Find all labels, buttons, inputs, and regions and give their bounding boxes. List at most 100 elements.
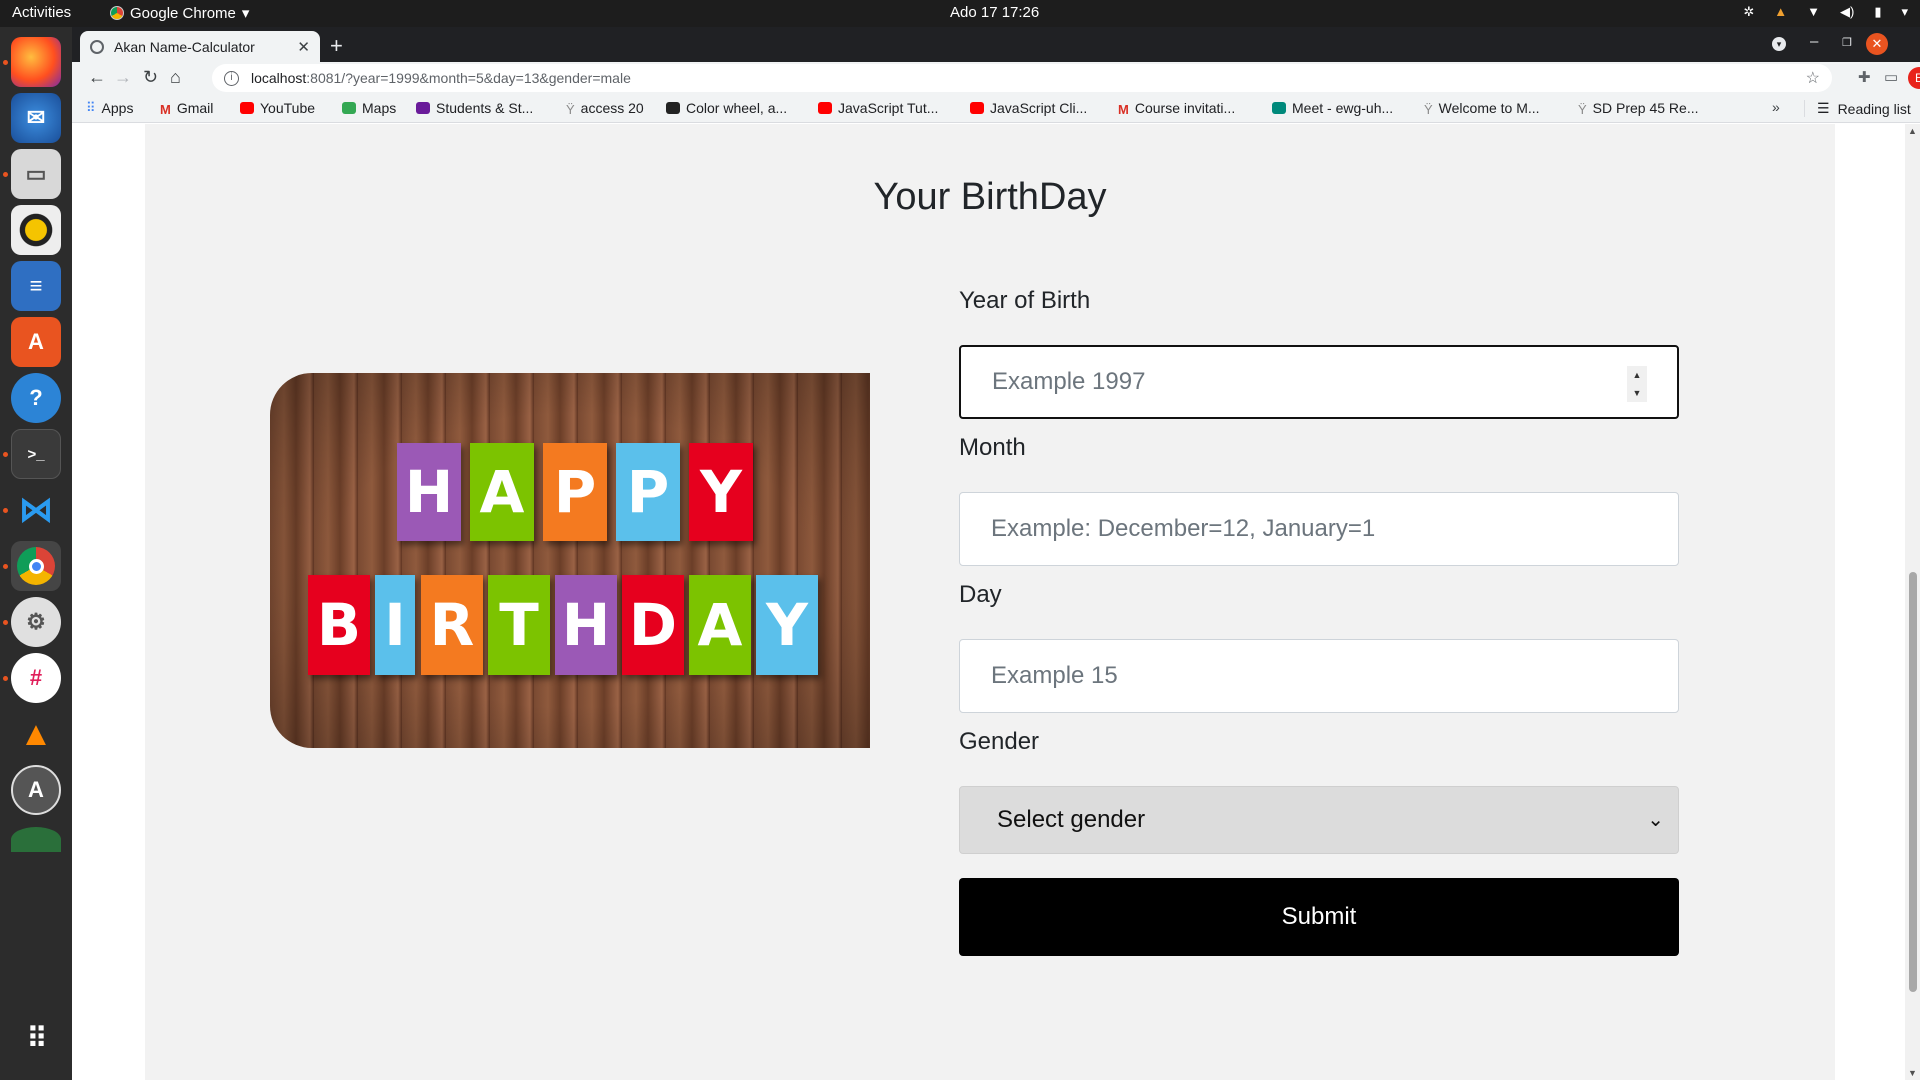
page-viewport: Your BirthDay H A P P Y B I R T H D A Y … (72, 124, 1920, 1080)
day-input[interactable]: Example 15 (959, 639, 1679, 713)
chrome-mini-icon (110, 6, 124, 20)
maps-icon (342, 102, 356, 114)
scroll-up-arrow-icon[interactable]: ▲ (1908, 126, 1917, 136)
system-top-bar: Activities Google Chrome ▾ Ado 17 17:26 … (0, 0, 1920, 27)
slack-icon[interactable]: # (11, 653, 61, 703)
system-tray[interactable]: ✲ ▲ ▼ ◀) ▮ ▾ (1743, 4, 1908, 20)
letter-card: H (555, 575, 617, 675)
year-input[interactable]: Example 1997 ▲ ▼ (959, 345, 1679, 419)
tab-close-icon[interactable]: ✕ (297, 38, 310, 56)
restore-button[interactable]: ❐ (1842, 36, 1852, 49)
bookmark-item[interactable]: JavaScript Tut... (818, 100, 938, 116)
chrome-window: Akan Name-Calculator ✕ + ▾ – ❐ ✕ ← → ↻ ⌂… (72, 27, 1920, 1080)
chrome-icon[interactable] (11, 541, 61, 591)
bookmark-item[interactable]: Ϋ Welcome to M... (1424, 100, 1540, 117)
bookmark-item[interactable]: YouTube (240, 100, 315, 116)
bookmark-item[interactable]: Maps (342, 100, 396, 116)
bookmark-label: JavaScript Tut... (838, 100, 939, 116)
palm-icon: Ϋ (1424, 102, 1433, 117)
software-updater-icon[interactable]: A (11, 765, 61, 815)
gender-label: Gender (959, 728, 1040, 755)
bookmark-label: Maps (362, 100, 397, 116)
extensions-icon[interactable]: ✚ (1858, 68, 1871, 86)
running-indicator (3, 676, 8, 681)
page-scrollbar[interactable]: ▲ ▼ (1905, 124, 1920, 1080)
clock[interactable]: Ado 17 17:26 (950, 4, 1039, 21)
home-button[interactable]: ⌂ (170, 67, 181, 88)
bookmark-star-icon[interactable]: ☆ (1806, 68, 1820, 88)
caret-down-icon: ▾ (241, 5, 250, 22)
volume-icon[interactable]: ◀) (1840, 4, 1854, 20)
firefox-icon[interactable] (11, 37, 61, 87)
bookmarks-bar: ⠿ Apps M Gmail YouTube Maps Students & St.… (72, 95, 1920, 123)
close-window-button[interactable]: ✕ (1866, 33, 1888, 55)
wifi-icon[interactable]: ▼ (1807, 4, 1820, 20)
bookmark-label: access 20 (580, 100, 644, 116)
bookmark-label: Apps (101, 100, 134, 116)
bookmark-label: SD Prep 45 Re... (1592, 100, 1699, 116)
bookmark-item[interactable]: Students & St... (416, 100, 533, 116)
writer-icon[interactable]: ≡ (11, 261, 61, 311)
youtube-icon (818, 102, 832, 114)
number-spinner[interactable]: ▲ ▼ (1627, 366, 1647, 402)
apps-grid-icon: ⠿ (86, 100, 96, 115)
month-placeholder: Example: December=12, January=1 (991, 515, 1376, 542)
minimize-button[interactable]: – (1810, 33, 1818, 50)
site-info-icon[interactable]: i (224, 70, 239, 86)
color-wheel-icon (666, 102, 680, 114)
bookmark-item[interactable]: ⠿ Apps (86, 100, 133, 116)
chevron-down-icon: ⌄ (1647, 809, 1664, 831)
settings-icon[interactable]: ⚙ (11, 597, 61, 647)
tab-akan-name-calculator[interactable]: Akan Name-Calculator ✕ (80, 31, 320, 62)
bookmark-label: Course invitati... (1134, 100, 1236, 116)
address-bar[interactable]: i localhost:8081/?year=1999&month=5&day=… (212, 64, 1832, 92)
bookmark-item[interactable]: Meet - ewg-uh... (1272, 100, 1393, 116)
scrollbar-thumb[interactable] (1909, 572, 1917, 992)
year-placeholder: Example 1997 (992, 368, 1146, 395)
back-button[interactable]: ← (88, 67, 106, 88)
tab-search-icon[interactable]: ▾ (1772, 37, 1786, 51)
day-placeholder: Example 15 (991, 662, 1118, 689)
more-bookmarks-icon[interactable]: » (1772, 99, 1780, 115)
letter-card: H (397, 443, 461, 541)
rhythmbox-icon[interactable] (11, 205, 61, 255)
happy-birthday-image: H A P P Y B I R T H D A Y (270, 373, 870, 748)
thunderbird-icon[interactable]: ✉ (11, 93, 61, 143)
app-menu[interactable]: Google Chrome ▾ (110, 4, 249, 22)
cast-icon[interactable]: ▭ (1884, 68, 1898, 86)
reload-button[interactable]: ↻ (143, 67, 158, 88)
bookmark-item[interactable]: M Course invitati... (1118, 100, 1236, 117)
activities-button[interactable]: Activities (12, 4, 71, 21)
bookmark-item[interactable]: Ϋaccess 20 (566, 100, 644, 117)
running-indicator (3, 508, 8, 513)
bookmark-item[interactable]: M Gmail (160, 100, 214, 117)
partial-app-icon[interactable] (11, 827, 61, 852)
update-warning-icon[interactable]: ▲ (1774, 4, 1787, 20)
profile-avatar[interactable]: E (1908, 67, 1920, 89)
gender-select[interactable]: Select gender ⌄ (959, 786, 1679, 854)
vlc-icon[interactable]: ▲ (11, 709, 61, 759)
slack-tray-icon[interactable]: ✲ (1743, 4, 1754, 20)
bookmark-label: YouTube (260, 100, 316, 116)
scroll-down-arrow-icon[interactable]: ▼ (1908, 1068, 1917, 1078)
month-input[interactable]: Example: December=12, January=1 (959, 492, 1679, 566)
meet-icon (1272, 102, 1286, 114)
bookmark-item[interactable]: Ϋ SD Prep 45 Re... (1578, 100, 1699, 117)
bookmark-item[interactable]: Color wheel, a... (666, 100, 787, 116)
bookmark-label: Gmail (176, 100, 214, 116)
reading-list-button[interactable]: ☰ Reading list (1804, 100, 1911, 117)
submit-button[interactable]: Submit (959, 878, 1679, 956)
terminal-icon[interactable]: >_ (11, 429, 61, 479)
app-center-icon[interactable]: A (11, 317, 61, 367)
globe-icon (90, 39, 104, 54)
help-icon[interactable]: ? (11, 373, 61, 423)
show-apps-icon[interactable]: ⠿ (11, 1013, 61, 1063)
vscode-icon[interactable]: ⋈ (11, 485, 61, 535)
system-menu-caret-icon[interactable]: ▾ (1901, 4, 1908, 20)
bookmark-item[interactable]: JavaScript Cli... (970, 100, 1087, 116)
new-tab-button[interactable]: + (330, 33, 343, 59)
reading-list-icon: ☰ (1817, 100, 1830, 116)
battery-icon[interactable]: ▮ (1874, 4, 1881, 20)
forward-button[interactable]: → (114, 67, 132, 88)
files-icon[interactable]: ▭ (11, 149, 61, 199)
